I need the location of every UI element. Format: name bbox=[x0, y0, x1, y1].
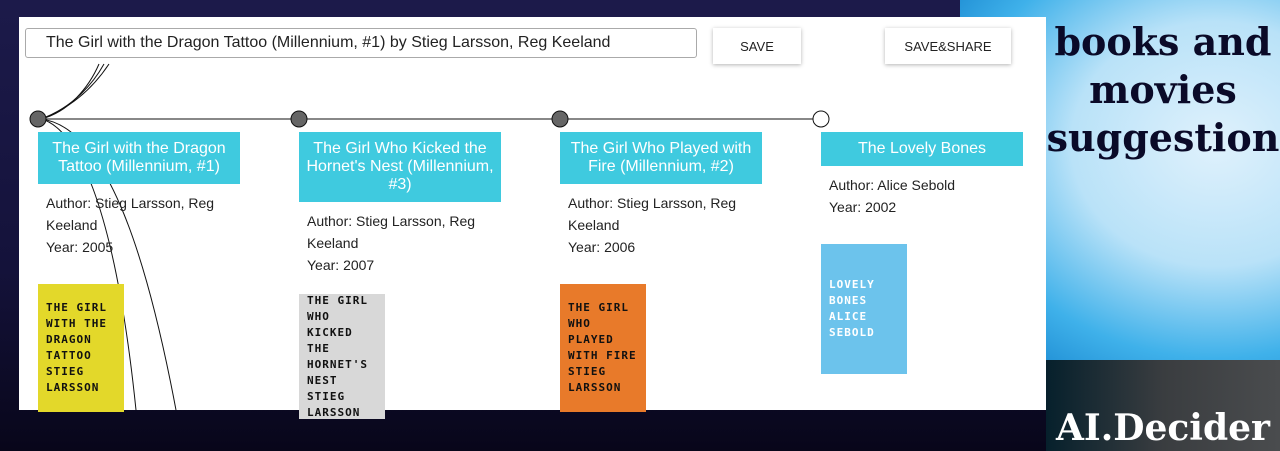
book-year: Year: 2005 bbox=[46, 239, 114, 255]
book-title[interactable]: The Girl with the Dragon Tattoo (Millenn… bbox=[38, 132, 240, 184]
book-year: Year: 2002 bbox=[829, 199, 897, 215]
cover-text: THE GIRL WHO PLAYED WITH FIRE STIEG LARS… bbox=[568, 301, 637, 394]
book-card: The Lovely Bones Author: Alice Sebold Ye… bbox=[821, 132, 1023, 374]
book-title[interactable]: The Girl Who Played with Fire (Millenniu… bbox=[560, 132, 762, 184]
book-cover-image[interactable]: THE GIRL WHO KICKED THE HORNET'S NEST ST… bbox=[299, 294, 385, 419]
book-title[interactable]: The Girl Who Kicked the Hornet's Nest (M… bbox=[299, 132, 501, 202]
book-card: The Girl Who Kicked the Hornet's Nest (M… bbox=[299, 132, 501, 419]
cover-text: THE GIRL WHO KICKED THE HORNET'S NEST ST… bbox=[307, 293, 368, 419]
main-panel: SAVE SAVE&SHARE The Girl with the Dragon… bbox=[19, 17, 1046, 419]
book-cover-image[interactable]: THE GIRL WHO PLAYED WITH FIRE STIEG LARS… bbox=[560, 284, 646, 412]
timeline-node[interactable] bbox=[812, 110, 830, 128]
cover-text: LOVELY BONES ALICE SEBOLD bbox=[829, 278, 875, 339]
timeline-node[interactable] bbox=[551, 110, 569, 128]
book-author: Author: Stieg Larsson, Reg Keeland bbox=[568, 195, 737, 233]
timeline-node[interactable] bbox=[29, 110, 47, 128]
side-heading: books and movies suggestion bbox=[1046, 19, 1280, 160]
book-author: Author: Alice Sebold bbox=[829, 177, 956, 193]
book-year: Year: 2007 bbox=[307, 257, 375, 273]
book-title[interactable]: The Lovely Bones bbox=[821, 132, 1023, 166]
book-card: The Girl Who Played with Fire (Millenniu… bbox=[560, 132, 762, 412]
timeline-node[interactable] bbox=[290, 110, 308, 128]
book-card: The Girl with the Dragon Tattoo (Millenn… bbox=[38, 132, 240, 412]
cover-text: THE GIRL WITH THE DRAGON TATTOO STIEG LA… bbox=[46, 301, 107, 394]
book-cover-image[interactable]: THE GIRL WITH THE DRAGON TATTOO STIEG LA… bbox=[38, 284, 124, 412]
book-author: Author: Stieg Larsson, Reg Keeland bbox=[307, 213, 476, 251]
brand-logo: AI.Decider bbox=[1055, 407, 1271, 449]
book-year: Year: 2006 bbox=[568, 239, 636, 255]
book-author: Author: Stieg Larsson, Reg Keeland bbox=[46, 195, 215, 233]
book-cover-image[interactable]: LOVELY BONES ALICE SEBOLD bbox=[821, 244, 907, 374]
